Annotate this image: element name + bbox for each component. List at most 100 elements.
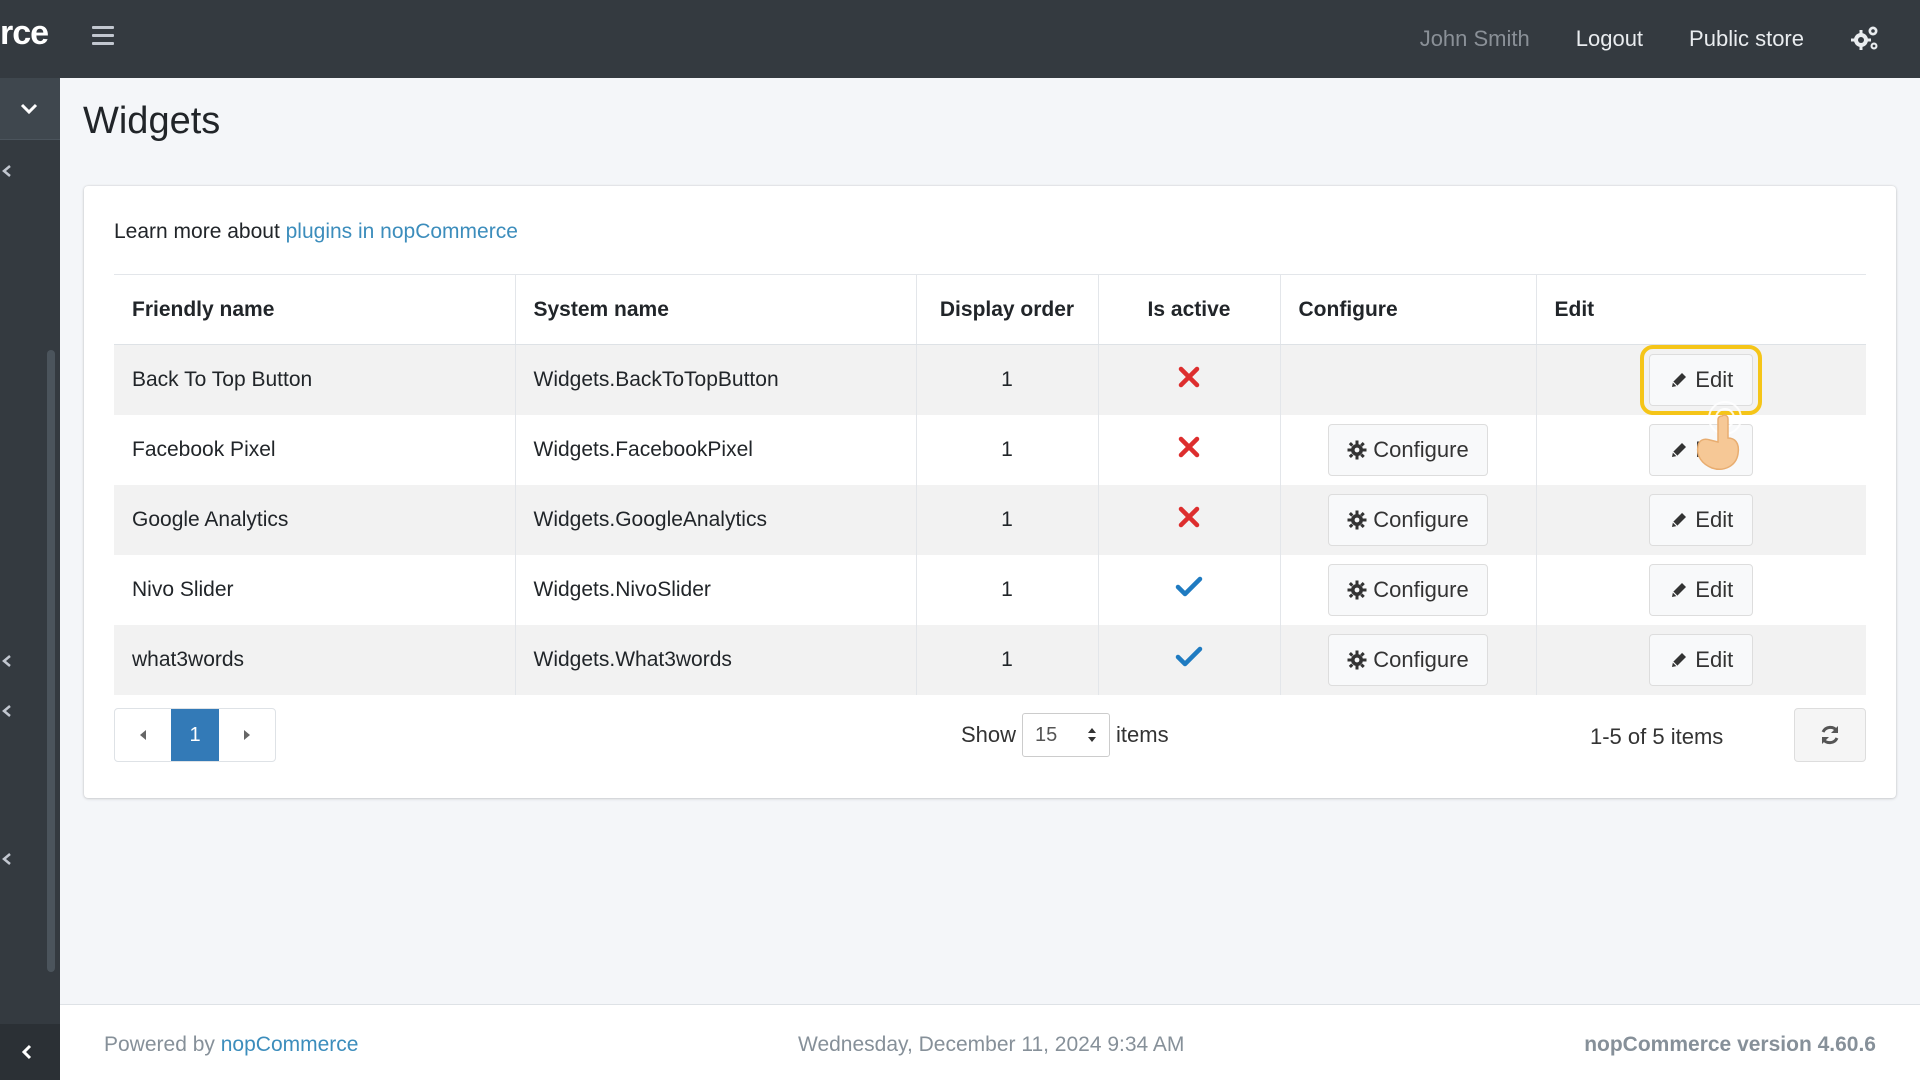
- header-display-order[interactable]: Display order: [916, 274, 1099, 345]
- cell-system-name: Widgets.FacebookPixel: [515, 414, 917, 485]
- configure-button[interactable]: Configure: [1328, 563, 1488, 616]
- cell-display-order: 1: [916, 484, 1099, 555]
- cell-friendly-name: Nivo Slider: [114, 554, 516, 625]
- cell-friendly-name: Facebook Pixel: [114, 414, 516, 485]
- configure-button[interactable]: Configure: [1328, 493, 1488, 546]
- edit-label: Edit: [1695, 506, 1734, 532]
- logo[interactable]: rce: [0, 14, 49, 53]
- sidebar: [0, 78, 60, 1080]
- edit-label: Edit: [1695, 436, 1734, 462]
- footer: Powered by nopCommerce Wednesday, Decemb…: [60, 1004, 1920, 1080]
- cell-friendly-name: Back To Top Button: [114, 344, 516, 415]
- cell-is-active: [1098, 554, 1281, 625]
- configure-label: Configure: [1373, 436, 1469, 462]
- gear-icon: [1347, 650, 1367, 669]
- inactive-x-icon: [1178, 436, 1200, 457]
- active-check-icon: [1175, 576, 1203, 596]
- cell-friendly-name: Google Analytics: [114, 484, 516, 555]
- gear-icon: [1347, 440, 1367, 459]
- learn-more-prefix: Learn more about: [114, 220, 286, 243]
- user-name[interactable]: John Smith: [1420, 26, 1530, 52]
- hamburger-icon[interactable]: [92, 26, 114, 46]
- cell-configure: Configure: [1280, 554, 1537, 625]
- inactive-x-icon: [1178, 366, 1200, 387]
- page-1-button[interactable]: 1: [171, 709, 219, 761]
- caret-left-icon: [140, 730, 146, 740]
- refresh-icon: [1821, 725, 1839, 745]
- cell-edit: Edit: [1536, 344, 1866, 415]
- configure-button[interactable]: Configure: [1328, 633, 1488, 686]
- top-navbar: rce John Smith Logout Public store: [0, 0, 1920, 78]
- footer-datetime: Wednesday, December 11, 2024 9:34 AM: [798, 1033, 1185, 1056]
- inactive-x-icon: [1178, 506, 1200, 527]
- items-summary: 1-5 of 5 items: [1590, 724, 1724, 749]
- plugins-link[interactable]: plugins in nopCommerce: [286, 220, 518, 243]
- cell-is-active: [1098, 624, 1281, 695]
- chevron-left-icon[interactable]: [0, 852, 14, 866]
- sidebar-scrollbar[interactable]: [47, 350, 55, 972]
- powered-by: Powered by nopCommerce: [104, 1033, 358, 1057]
- chevron-left-icon: [21, 1044, 32, 1060]
- pencil-icon: [1672, 582, 1687, 597]
- widgets-card: Learn more about plugins in nopCommerce …: [84, 186, 1896, 798]
- configure-button[interactable]: Configure: [1328, 423, 1488, 476]
- cell-configure: [1280, 344, 1537, 415]
- public-store-link[interactable]: Public store: [1689, 26, 1804, 52]
- page-size-value: 15: [1035, 723, 1058, 746]
- table-row: Back To Top Button Widgets.BackToTopButt…: [114, 344, 1866, 415]
- page-size-control: Show 15 items: [961, 708, 1169, 762]
- edit-button[interactable]: Edit: [1649, 493, 1754, 546]
- page-size-select[interactable]: 15: [1022, 713, 1111, 757]
- cell-edit: Edit: [1536, 415, 1866, 485]
- table-row: Nivo Slider Widgets.NivoSlider 1 Configu…: [114, 554, 1866, 625]
- page-title: Widgets: [83, 100, 221, 142]
- pencil-icon: [1672, 512, 1687, 527]
- chevron-left-icon[interactable]: [0, 704, 14, 718]
- chevron-left-icon[interactable]: [0, 654, 14, 668]
- header-is-active[interactable]: Is active: [1098, 274, 1281, 345]
- pencil-icon: [1672, 652, 1687, 667]
- configure-label: Configure: [1373, 576, 1469, 602]
- cell-display-order: 1: [916, 624, 1099, 695]
- edit-button[interactable]: Edit: [1640, 344, 1763, 415]
- cell-edit: Edit: [1536, 484, 1866, 555]
- table-row: what3words Widgets.What3words 1 Configur…: [114, 624, 1866, 695]
- cell-system-name: Widgets.What3words: [515, 624, 917, 695]
- next-page-button[interactable]: [219, 709, 275, 761]
- cell-is-active: [1098, 344, 1281, 415]
- refresh-button[interactable]: [1794, 708, 1866, 762]
- cell-configure: Configure: [1280, 414, 1537, 485]
- pencil-icon: [1672, 372, 1687, 387]
- header-system-name[interactable]: System name: [515, 274, 917, 345]
- active-check-icon: [1175, 646, 1203, 666]
- chevron-left-icon[interactable]: [0, 164, 14, 178]
- logout-link[interactable]: Logout: [1576, 26, 1643, 52]
- learn-more-text: Learn more about plugins in nopCommerce: [114, 220, 518, 244]
- cell-display-order: 1: [916, 344, 1099, 415]
- items-label: items: [1116, 722, 1169, 747]
- cell-display-order: 1: [916, 414, 1099, 485]
- gears-icon[interactable]: [1850, 24, 1880, 54]
- configure-label: Configure: [1373, 646, 1469, 672]
- edit-label: Edit: [1695, 576, 1734, 602]
- gear-icon: [1347, 510, 1367, 529]
- widgets-table: Friendly name System name Display order …: [114, 274, 1866, 695]
- prev-page-button[interactable]: [115, 709, 171, 761]
- cell-configure: Configure: [1280, 624, 1537, 695]
- edit-label: Edit: [1695, 366, 1734, 392]
- sidebar-dropdown[interactable]: [0, 78, 60, 140]
- nopcommerce-link[interactable]: nopCommerce: [221, 1033, 359, 1056]
- sidebar-collapse-button[interactable]: [0, 1024, 60, 1080]
- header-friendly-name[interactable]: Friendly name: [114, 274, 516, 345]
- configure-label: Configure: [1373, 506, 1469, 532]
- cell-display-order: 1: [916, 554, 1099, 625]
- edit-button[interactable]: Edit: [1649, 563, 1754, 616]
- cell-configure: Configure: [1280, 484, 1537, 555]
- powered-by-prefix: Powered by: [104, 1033, 221, 1056]
- chevron-down-icon: [20, 103, 38, 115]
- edit-button[interactable]: Edit: [1649, 633, 1754, 686]
- edit-button[interactable]: Edit: [1649, 423, 1754, 476]
- footer-version: nopCommerce version 4.60.6: [1584, 1033, 1876, 1056]
- header-edit: Edit: [1536, 274, 1866, 345]
- cell-system-name: Widgets.GoogleAnalytics: [515, 484, 917, 555]
